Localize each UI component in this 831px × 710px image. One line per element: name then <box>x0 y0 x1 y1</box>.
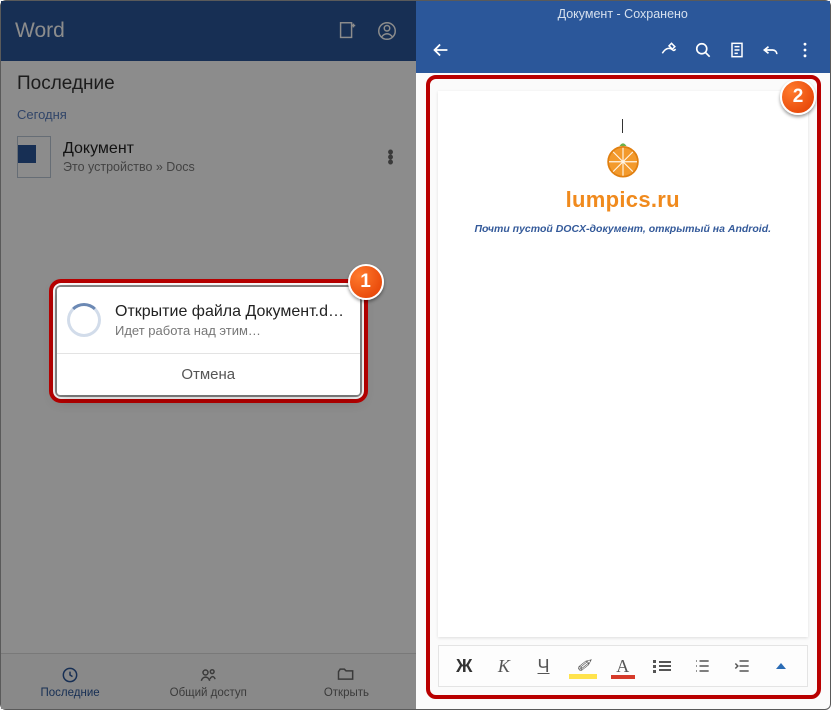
step-badge-2: 2 <box>780 79 816 115</box>
font-color-button[interactable]: A <box>605 649 641 683</box>
back-icon[interactable] <box>424 33 458 67</box>
step-badge-1: 1 <box>348 264 384 300</box>
word-file-icon <box>17 136 51 178</box>
right-screenshot: Документ - Сохранено 2 <box>416 1 831 709</box>
section-heading: Последние <box>1 61 416 101</box>
indent-button[interactable] <box>724 649 760 683</box>
new-doc-icon[interactable] <box>332 16 362 46</box>
undo-icon[interactable] <box>754 33 788 67</box>
tab-open[interactable]: Открыть <box>277 654 415 709</box>
account-icon[interactable] <box>372 16 402 46</box>
search-icon[interactable] <box>686 33 720 67</box>
dialog-subtitle: Идет работа над этим… <box>115 323 346 338</box>
dialog-body: Открытие файла Документ.docx… Идет работ… <box>57 287 360 353</box>
doc-text: Документ Это устройство » Docs <box>63 140 376 174</box>
doc-more-icon[interactable]: ••• <box>376 150 406 165</box>
bottom-tabs: Последние Общий доступ Открыть <box>1 653 416 709</box>
spinner-icon <box>67 303 101 337</box>
bullets-button[interactable] <box>644 649 680 683</box>
draw-icon[interactable] <box>652 33 686 67</box>
caret-up-icon <box>776 663 786 669</box>
dialog-highlight: Открытие файла Документ.docx… Идет работ… <box>49 279 368 403</box>
doc-title-bar: Документ - Сохранено <box>416 1 831 27</box>
dialog-cancel-button[interactable]: Отмена <box>57 353 360 395</box>
left-screenshot: Word Последние Сегодня Документ Это устр… <box>1 1 416 709</box>
doc-name: Документ <box>63 140 376 158</box>
more-icon[interactable] <box>788 33 822 67</box>
tab-open-label: Открыть <box>324 687 369 699</box>
tab-recent-label: Последние <box>41 687 100 699</box>
highlight-button[interactable]: ✐ <box>565 649 601 683</box>
underline-button[interactable]: Ч <box>526 649 562 683</box>
doc-caption: Почти пустой DOCX-документ, открытый на … <box>458 223 789 235</box>
left-blank-area <box>1 188 416 653</box>
document-page[interactable]: lumpics.ru Почти пустой DOCX-документ, о… <box>438 91 809 637</box>
recent-doc-row[interactable]: Документ Это устройство » Docs ••• <box>1 126 416 188</box>
italic-button[interactable]: К <box>486 649 522 683</box>
expand-toolbar-button[interactable] <box>763 649 799 683</box>
tab-recent[interactable]: Последние <box>1 654 139 709</box>
doc-path: Это устройство » Docs <box>63 160 376 174</box>
brand-text: lumpics.ru <box>458 187 789 213</box>
numbering-button[interactable] <box>684 649 720 683</box>
text-cursor <box>622 119 623 133</box>
editor-toolbar <box>416 27 831 73</box>
day-label: Сегодня <box>1 101 416 126</box>
bold-button[interactable]: Ж <box>446 649 482 683</box>
format-toolbar: Ж К Ч ✐ A <box>438 645 809 687</box>
tab-shared-label: Общий доступ <box>170 687 247 699</box>
orange-icon <box>602 139 644 181</box>
left-header: Word <box>1 1 416 61</box>
tab-shared[interactable]: Общий доступ <box>139 654 277 709</box>
dialog-title: Открытие файла Документ.docx… <box>115 303 346 321</box>
opening-dialog: Открытие файла Документ.docx… Идет работ… <box>57 287 360 395</box>
app-title: Word <box>15 19 322 43</box>
reading-view-icon[interactable] <box>720 33 754 67</box>
